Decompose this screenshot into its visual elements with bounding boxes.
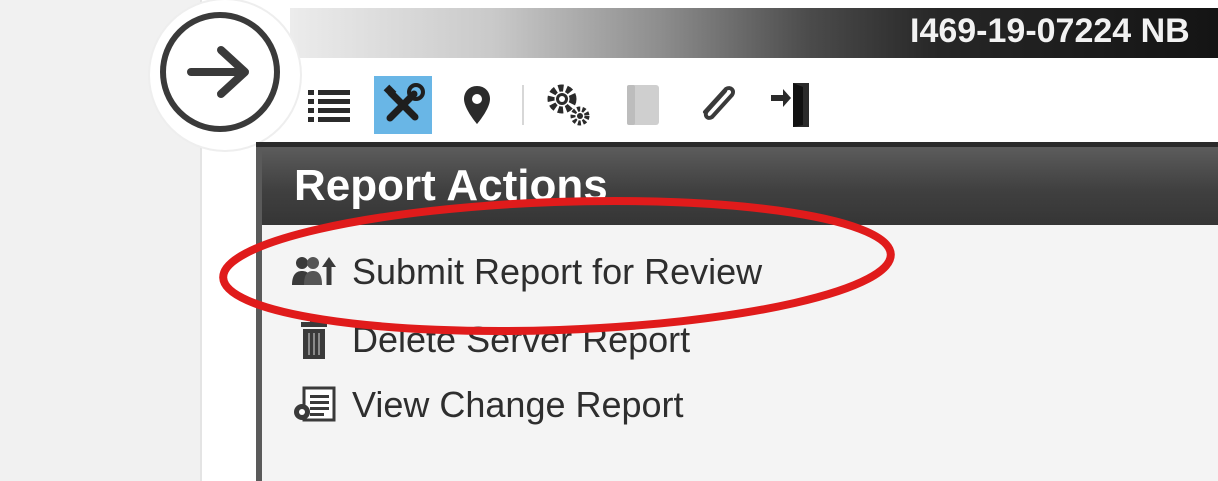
tools-icon[interactable]: [374, 76, 432, 134]
paperclip-icon[interactable]: [688, 76, 746, 134]
arrow-right-circle-icon[interactable]: [160, 12, 280, 132]
report-change-icon: [290, 385, 338, 425]
action-label: Submit Report for Review: [352, 251, 763, 292]
gears-icon[interactable]: [540, 76, 598, 134]
book-icon[interactable]: [614, 76, 672, 134]
toolbar-divider: [522, 85, 524, 125]
trash-icon: [290, 320, 338, 360]
location-pin-icon[interactable]: [448, 76, 506, 134]
users-upload-icon: [290, 252, 338, 292]
action-label: Delete Server Report: [352, 319, 691, 360]
list-icon[interactable]: [300, 76, 358, 134]
view-change-report-action[interactable]: View Change Report: [290, 378, 684, 432]
submit-report-for-review-action[interactable]: Submit Report for Review: [290, 245, 762, 299]
action-label: View Change Report: [352, 384, 684, 425]
panel-title: Report Actions: [294, 161, 608, 210]
exit-door-icon[interactable]: [762, 76, 820, 134]
report-number-title: I469-19-07224 NB: [910, 12, 1190, 50]
toolbar: [300, 72, 820, 138]
screenshot-stage: I469-19-07224 NB Report Actions Submit R…: [0, 0, 1218, 481]
header-bar: I469-19-07224 NB: [290, 8, 1218, 58]
delete-server-report-action[interactable]: Delete Server Report: [290, 313, 690, 367]
